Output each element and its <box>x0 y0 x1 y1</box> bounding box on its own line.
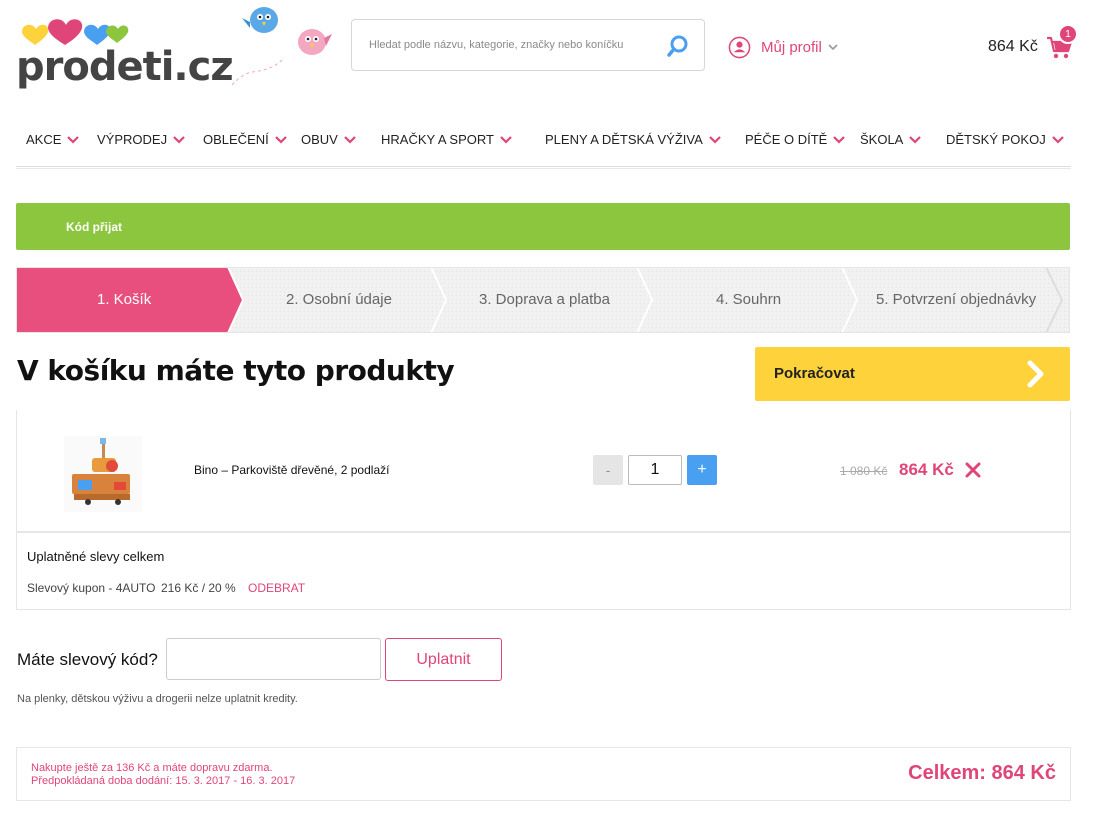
nav-item-pece-o-dite[interactable]: PÉČE O DÍTĚ <box>745 132 846 147</box>
nav-item-label: PLENY A DĚTSKÁ VÝŽIVA <box>545 132 703 147</box>
nav-item-obleceni[interactable]: OBLEČENÍ <box>203 132 287 147</box>
step-1-cart[interactable]: 1. Košík <box>97 291 151 308</box>
applied-discounts: Uplatněné slevy celkem Slevový kupon - 4… <box>16 532 1071 610</box>
chevron-right-icon <box>1027 360 1044 388</box>
profile-label: Můj profil <box>761 38 822 56</box>
step-5-confirmation[interactable]: 5. Potvrzení objednávky <box>876 291 1036 308</box>
user-icon <box>728 36 751 58</box>
page-title: V košíku máte tyto produkty <box>17 354 455 387</box>
nav-item-obuv[interactable]: OBUV <box>301 132 356 147</box>
coupon-label: Máte slevový kód? <box>17 650 158 669</box>
coupon-amount: 216 Kč / 20 % <box>161 581 236 595</box>
cart-count-badge: 1 <box>1058 24 1078 44</box>
nav-item-pleny-a-detska-vyziva[interactable]: PLENY A DĚTSKÁ VÝŽIVA <box>545 132 721 147</box>
site-logo[interactable]: prodeti.cz <box>16 18 234 90</box>
chevron-down-icon <box>1051 135 1064 144</box>
chevron-down-icon <box>833 135 846 144</box>
birds-decoration-icon <box>231 7 332 86</box>
nav-item-skola[interactable]: ŠKOLA <box>860 132 922 147</box>
nav-item-akce[interactable]: AKCE <box>26 132 80 147</box>
nav-item-detsky-pokoj[interactable]: DĚTSKÝ POKOJ <box>946 132 1064 147</box>
coupon-code-input[interactable] <box>166 638 381 680</box>
remove-coupon-link[interactable]: ODEBRAT <box>248 581 305 595</box>
quantity-input[interactable] <box>628 455 682 485</box>
credits-note: Na plenky, dětskou výživu a drogerii nel… <box>17 693 298 705</box>
search-icon[interactable] <box>666 34 690 58</box>
search-box <box>351 19 705 71</box>
remove-item-close-icon[interactable] <box>965 462 981 478</box>
step-4-summary[interactable]: 4. Souhrn <box>716 291 781 308</box>
chevron-down-icon <box>274 135 287 144</box>
continue-button[interactable]: Pokračovat <box>755 347 1070 401</box>
delivery-estimate: Předpokládaná doba dodání: 15. 3. 2017 -… <box>31 775 296 787</box>
step-2-personal[interactable]: 2. Osobní údaje <box>286 291 392 308</box>
nav-item-vyprodej[interactable]: VÝPRODEJ <box>97 132 185 147</box>
order-total: Celkem: 864 Kč <box>908 762 1056 784</box>
original-price: 1 080 Kč <box>840 464 888 478</box>
order-summary: Nakupte ještě za 136 Kč a máte dopravu z… <box>16 747 1071 801</box>
nav-item-hracky-a-sport[interactable]: HRAČKY A SPORT <box>381 132 512 147</box>
chevron-down-icon <box>909 135 922 144</box>
cart-price: 864 Kč <box>988 38 1038 55</box>
coupon-name: Slevový kupon - 4AUTO <box>27 581 156 595</box>
product-image[interactable] <box>64 436 142 512</box>
nav-item-label: DĚTSKÝ POKOJ <box>946 132 1046 147</box>
nav-item-label: PÉČE O DÍTĚ <box>745 132 828 147</box>
chevron-down-icon <box>344 135 356 144</box>
checkout-steps: 1. Košík 2. Osobní údaje 3. Doprava a pl… <box>16 267 1070 333</box>
quantity-increase-button[interactable]: + <box>687 455 717 485</box>
discounted-price: 864 Kč <box>899 460 954 479</box>
nav-item-label: OBLEČENÍ <box>203 132 269 147</box>
chevron-down-icon <box>708 135 721 144</box>
nav-item-label: AKCE <box>26 132 62 147</box>
continue-label: Pokračovat <box>774 365 855 382</box>
step-3-shipping[interactable]: 3. Doprava a platba <box>479 291 610 308</box>
nav-divider <box>16 166 1071 169</box>
product-name-link[interactable]: Bino – Parkoviště dřevěné, 2 podlaží <box>194 463 389 477</box>
free-shipping-note: Nakupte ještě za 136 Kč a máte dopravu z… <box>31 762 273 774</box>
success-alert: Kód přijat <box>16 203 1070 250</box>
apply-coupon-button[interactable]: Uplatnit <box>385 638 502 681</box>
search-input[interactable] <box>352 20 652 70</box>
logo-text: prodeti.cz <box>16 44 234 90</box>
chevron-down-icon <box>173 135 185 144</box>
discounts-title: Uplatněné slevy celkem <box>27 549 165 564</box>
nav-item-label: OBUV <box>301 132 338 147</box>
quantity-decrease-button[interactable]: - <box>593 455 623 485</box>
nav-item-label: ŠKOLA <box>860 132 904 147</box>
chevron-down-icon <box>500 135 512 144</box>
chevron-down-icon <box>828 44 838 50</box>
cart-item-row: Bino – Parkoviště dřevěné, 2 podlaží - +… <box>16 410 1071 532</box>
chevron-down-icon <box>67 135 80 144</box>
profile-menu[interactable]: Můj profil <box>728 35 838 59</box>
alert-text: Kód přijat <box>66 220 122 234</box>
main-navigation: AKCE VÝPRODEJ OBLEČENÍ OBUV HRAČKY A SPO… <box>16 124 1071 158</box>
nav-item-label: HRAČKY A SPORT <box>381 132 494 147</box>
nav-item-label: VÝPRODEJ <box>97 132 168 147</box>
